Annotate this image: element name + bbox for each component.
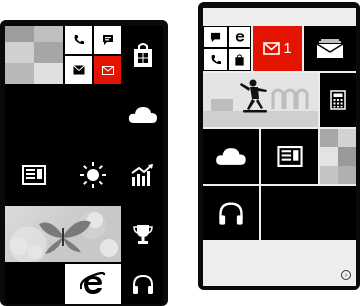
- photos-tile[interactable]: [203, 73, 318, 127]
- mail-outline-icon: [263, 42, 281, 55]
- cloud-icon: [216, 148, 246, 165]
- headphones-icon: [133, 274, 153, 294]
- weather-tile[interactable]: [65, 146, 121, 204]
- live-tile-blank[interactable]: [5, 86, 121, 144]
- butterfly-photo: [10, 212, 118, 259]
- trophy-icon: [133, 225, 153, 244]
- internet-explorer-tile[interactable]: [65, 264, 121, 304]
- people-tile[interactable]: [5, 26, 63, 84]
- headphones-icon: [219, 202, 243, 225]
- email-small-tile[interactable]: [65, 56, 92, 84]
- email-icon: [72, 65, 85, 75]
- photos-tile[interactable]: [5, 206, 121, 262]
- onedrive-tile[interactable]: [123, 86, 163, 144]
- outlook-mail-tile[interactable]: [94, 56, 121, 84]
- phone-tile[interactable]: [65, 26, 92, 54]
- onedrive-tile[interactable]: [203, 129, 259, 184]
- people-mosaic-icon: [5, 26, 63, 84]
- newspaper-icon: [276, 146, 303, 167]
- messaging-icon: [102, 35, 113, 45]
- newspaper-icon: [22, 165, 46, 185]
- right-phone: 1 ›: [198, 2, 360, 290]
- mail-outline-icon: [101, 65, 114, 75]
- outlook-tile[interactable]: [304, 26, 356, 71]
- right-phone-screen: 1 ›: [203, 8, 356, 286]
- messaging-tile[interactable]: [203, 26, 228, 48]
- store-bag-icon: [235, 53, 244, 66]
- store-tile[interactable]: [123, 26, 163, 84]
- internet-explorer-icon: [235, 33, 244, 42]
- music-tile[interactable]: [123, 264, 163, 304]
- all-apps-arrow-icon[interactable]: ›: [341, 270, 351, 280]
- games-tile[interactable]: [123, 206, 163, 262]
- calculator-icon: [330, 90, 346, 110]
- sun-icon: [80, 162, 106, 188]
- news-tile[interactable]: [5, 146, 63, 204]
- internet-explorer-small-tile[interactable]: [228, 26, 251, 48]
- people-tile[interactable]: [320, 129, 356, 184]
- phone-tile[interactable]: [203, 48, 228, 71]
- store-bag-icon: [134, 43, 152, 67]
- left-phone: [0, 20, 168, 306]
- bottom-left-tile[interactable]: [5, 264, 63, 304]
- people-mosaic-icon: [320, 129, 356, 184]
- unread-count: 1: [283, 40, 292, 57]
- news-tile[interactable]: [261, 129, 318, 184]
- email-tile[interactable]: 1: [253, 26, 302, 71]
- cloud-icon: [128, 107, 157, 123]
- messaging-tile[interactable]: [94, 26, 121, 54]
- messaging-icon: [210, 32, 221, 42]
- money-tile[interactable]: [123, 146, 163, 204]
- envelope-stack-icon: [316, 38, 344, 58]
- left-phone-screen: [5, 26, 163, 304]
- chart-trend-icon: [131, 164, 153, 186]
- internet-explorer-icon: [80, 271, 106, 294]
- live-tile-blank[interactable]: [261, 186, 356, 240]
- music-tile[interactable]: [203, 186, 259, 240]
- phone-icon: [74, 35, 84, 45]
- phone-icon: [211, 54, 221, 64]
- calculator-tile[interactable]: [320, 73, 356, 127]
- store-small-tile[interactable]: [228, 48, 251, 71]
- skater-photo: [203, 73, 318, 127]
